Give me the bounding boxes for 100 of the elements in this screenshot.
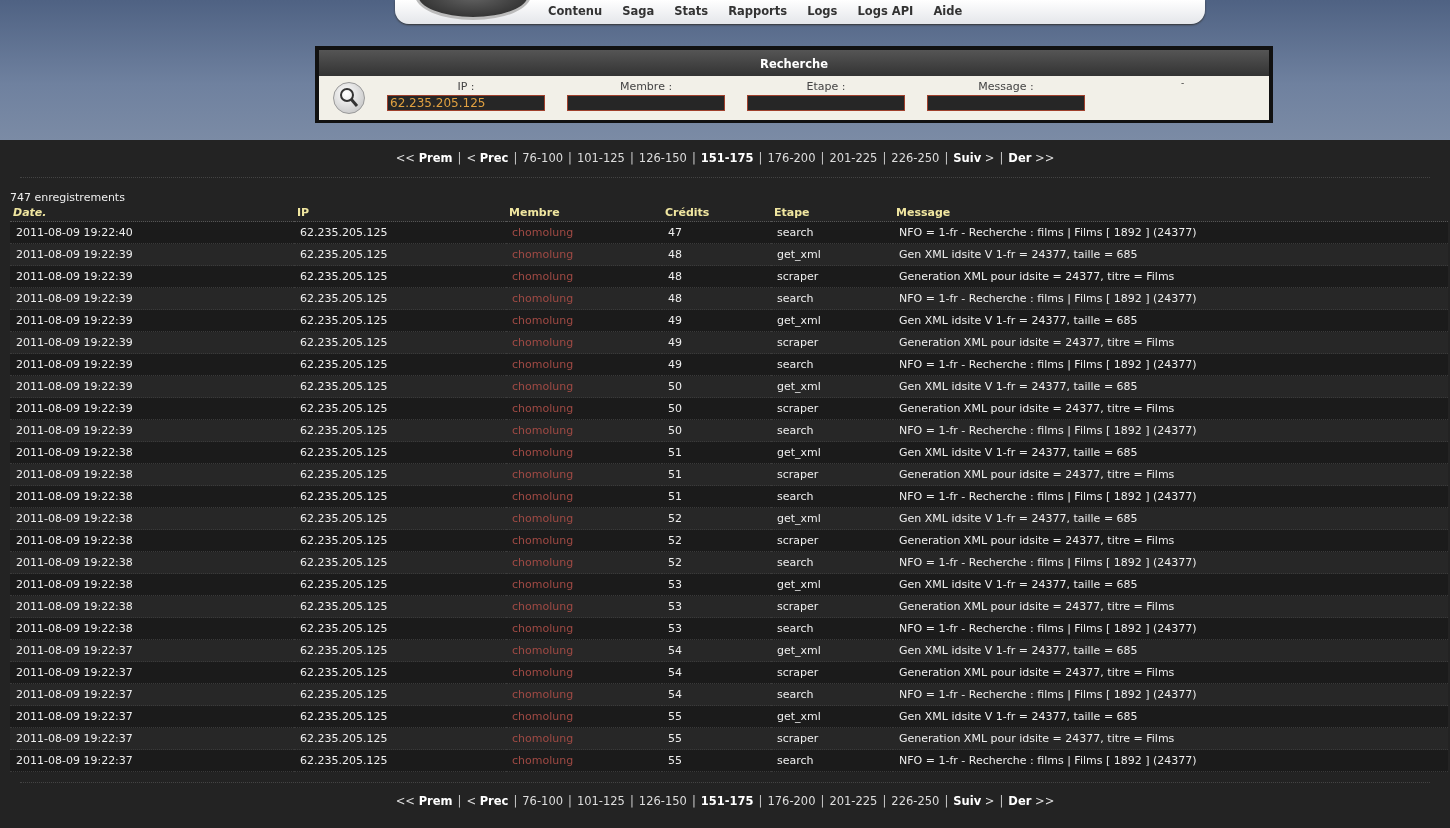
table-cell: 49	[662, 354, 771, 376]
separator: |	[629, 151, 634, 165]
table-cell: scraper	[771, 662, 893, 684]
table-cell: scraper	[771, 530, 893, 552]
table-cell: 62.235.205.125	[294, 420, 506, 442]
table-cell: get_xml	[771, 310, 893, 332]
table-cell: 54	[662, 640, 771, 662]
pager-link[interactable]: < Prec	[466, 794, 509, 808]
field-label: IP :	[457, 80, 475, 93]
table-cell: 52	[662, 530, 771, 552]
page-link[interactable]: 126-150	[638, 151, 687, 165]
table-cell: 49	[662, 310, 771, 332]
table-cell: 62.235.205.125	[294, 684, 506, 706]
table-cell: 2011-08-09 19:22:39	[10, 376, 294, 398]
page-link[interactable]: 226-250	[891, 794, 940, 808]
table-cell: get_xml	[771, 640, 893, 662]
table-cell: 2011-08-09 19:22:38	[10, 508, 294, 530]
table-cell: 47	[662, 222, 771, 244]
pager-link[interactable]: Der >>	[1008, 151, 1055, 165]
table-cell: 2011-08-09 19:22:39	[10, 398, 294, 420]
page-link[interactable]: 151-175	[700, 794, 754, 808]
page-link[interactable]: 176-200	[767, 151, 816, 165]
page-link[interactable]: 126-150	[638, 794, 687, 808]
table-cell: get_xml	[771, 574, 893, 596]
page-link[interactable]: 201-225	[829, 794, 878, 808]
table-cell: scraper	[771, 596, 893, 618]
table-cell: 62.235.205.125	[294, 618, 506, 640]
pager-link[interactable]: Suiv >	[953, 151, 995, 165]
table-cell: 50	[662, 420, 771, 442]
separator: |	[691, 794, 696, 808]
table-cell: 48	[662, 266, 771, 288]
table-cell: Gen XML idsite V 1-fr = 24377, taille = 685	[893, 706, 1448, 728]
separator: |	[629, 794, 634, 808]
table-cell: scraper	[771, 266, 893, 288]
table-cell: get_xml	[771, 244, 893, 266]
table-cell: NFO = 1-fr - Recherche : films | Films [ 1892 ] (24377)	[893, 420, 1448, 442]
table-cell: 2011-08-09 19:22:37	[10, 706, 294, 728]
table-cell: Generation XML pour idsite = 24377, titre = Films	[893, 662, 1448, 684]
table-cell: 62.235.205.125	[294, 288, 506, 310]
table-cell: 2011-08-09 19:22:40	[10, 222, 294, 244]
nav-link[interactable]: Saga	[612, 0, 665, 24]
nav-link[interactable]: Logs API	[847, 0, 924, 24]
table-cell: search	[771, 288, 893, 310]
separator: |	[758, 794, 763, 808]
table-cell: get_xml	[771, 376, 893, 398]
table-cell: 53	[662, 596, 771, 618]
separator: |	[457, 794, 462, 808]
nav-link[interactable]: Stats	[664, 0, 719, 24]
input-field[interactable]	[567, 95, 725, 111]
table-cell: 54	[662, 662, 771, 684]
table-cell: 62.235.205.125	[294, 244, 506, 266]
table-cell: 50	[662, 398, 771, 420]
table-cell: get_xml	[771, 508, 893, 530]
record-count: 747 enregistrements	[10, 191, 126, 205]
nav-link[interactable]: Rapports	[718, 0, 798, 24]
table-cell: 51	[662, 464, 771, 486]
page-link[interactable]: 101-125	[576, 151, 625, 165]
table-cell: 62.235.205.125	[294, 552, 506, 574]
pager-link[interactable]: << Prem	[395, 794, 453, 808]
input-field[interactable]	[927, 95, 1085, 111]
page-link[interactable]: 76-100	[522, 151, 563, 165]
separator: |	[944, 151, 949, 165]
nav-link[interactable]: Logs	[797, 0, 848, 24]
table-cell: 55	[662, 706, 771, 728]
table-cell: 2011-08-09 19:22:38	[10, 552, 294, 574]
table-cell: 62.235.205.125	[294, 640, 506, 662]
table-cell: 50	[662, 376, 771, 398]
pager-link[interactable]: << Prem	[395, 151, 453, 165]
separator: |	[513, 794, 518, 808]
separator: |	[944, 794, 949, 808]
page-link[interactable]: 201-225	[829, 151, 878, 165]
table-cell: 52	[662, 508, 771, 530]
input-field[interactable]	[747, 95, 905, 111]
table-cell: 62.235.205.125	[294, 662, 506, 684]
table-cell: 2011-08-09 19:22:38	[10, 464, 294, 486]
table-cell: search	[771, 420, 893, 442]
page-link[interactable]: 76-100	[522, 794, 563, 808]
page-link[interactable]: 151-175	[700, 151, 754, 165]
table-cell: 2011-08-09 19:22:39	[10, 332, 294, 354]
table-cell: 62.235.205.125	[294, 266, 506, 288]
table-cell: 2011-08-09 19:22:39	[10, 310, 294, 332]
table-cell: scraper	[771, 398, 893, 420]
page-link[interactable]: 226-250	[891, 151, 940, 165]
table-cell: 48	[662, 244, 771, 266]
nav-link[interactable]: Contenu	[538, 0, 613, 24]
page-link[interactable]: 101-125	[576, 794, 625, 808]
pager-link[interactable]: Der >>	[1008, 794, 1055, 808]
nav-link[interactable]: Aide	[923, 0, 973, 24]
input-field[interactable]: 62.235.205.125	[387, 95, 545, 111]
pager-link[interactable]: Suiv >	[953, 794, 995, 808]
search-icon[interactable]	[333, 82, 365, 114]
table-cell: Gen XML idsite V 1-fr = 24377, taille = 685	[893, 508, 1448, 530]
separator: |	[882, 794, 887, 808]
table-cell: 2011-08-09 19:22:37	[10, 684, 294, 706]
table-cell: 55	[662, 728, 771, 750]
pager-link[interactable]: < Prec	[466, 151, 509, 165]
table-cell: 62.235.205.125	[294, 398, 506, 420]
table-cell: 53	[662, 618, 771, 640]
page-link[interactable]: 176-200	[767, 794, 816, 808]
table-cell: Generation XML pour idsite = 24377, titre = Films	[893, 332, 1448, 354]
